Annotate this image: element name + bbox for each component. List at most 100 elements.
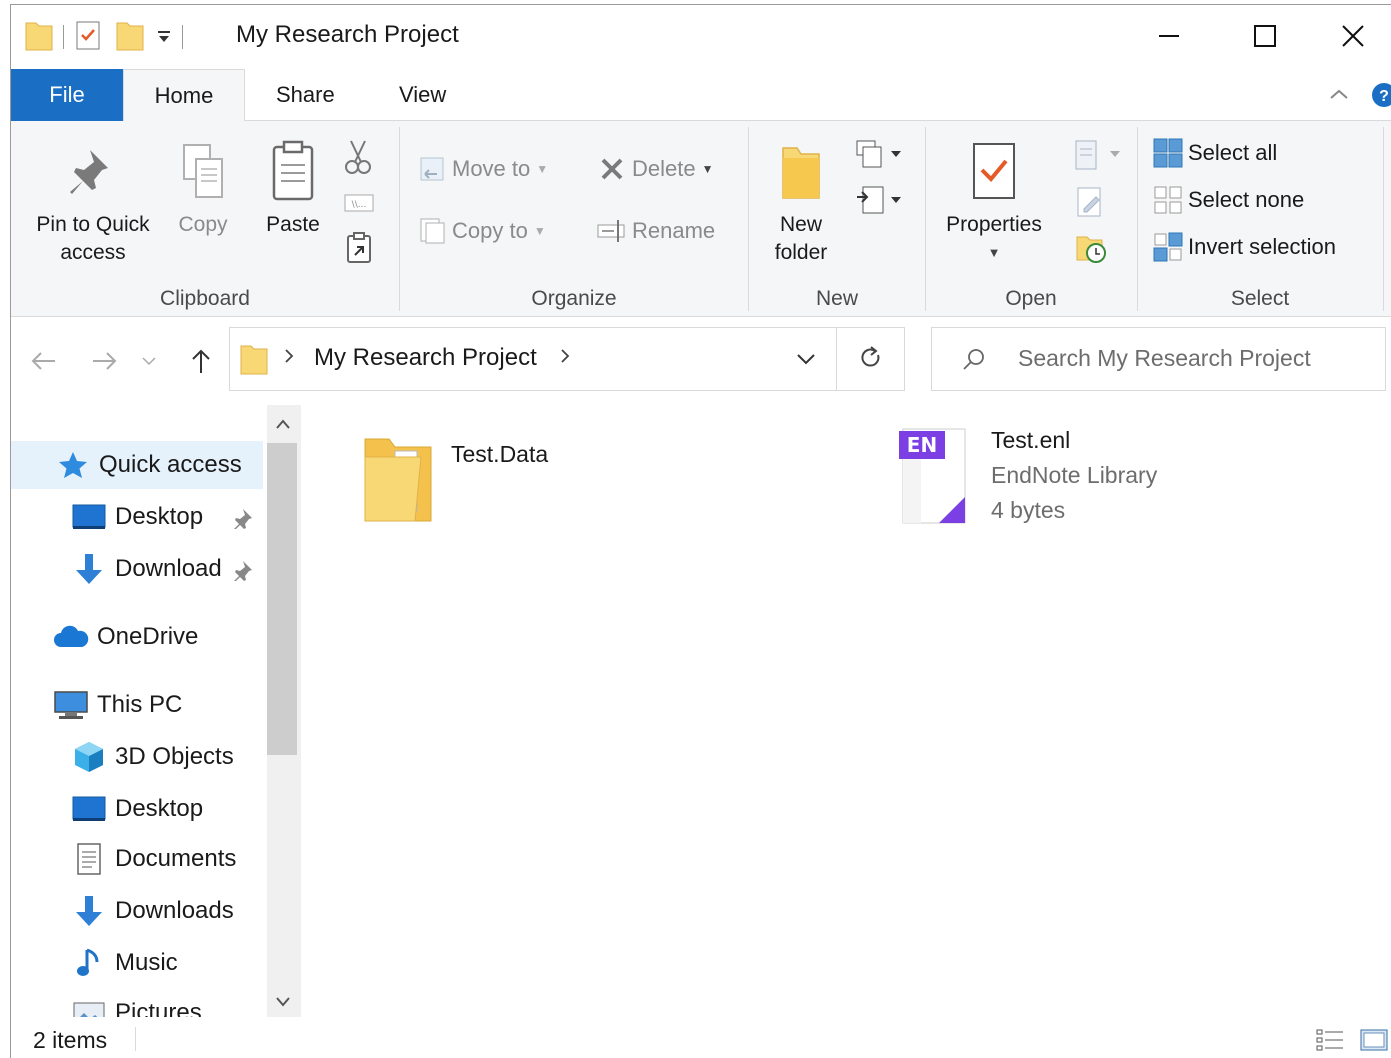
pictures-icon — [71, 995, 107, 1017]
new-folder-qat-icon[interactable] — [116, 19, 144, 56]
pin-icon — [233, 507, 255, 534]
open-group: Properties ▼ Open — [926, 121, 1136, 317]
address-bar[interactable]: My Research Project — [229, 327, 905, 391]
nav-item-3d-objects[interactable]: 3D Objects — [71, 733, 261, 781]
file-item-endnote-library[interactable]: EN Test.enl EndNote Library 4 bytes — [897, 427, 1157, 532]
file-name: Test.Data — [451, 441, 549, 467]
clipboard-group-label: Clipboard — [160, 287, 250, 310]
help-icon[interactable]: ? — [1371, 82, 1391, 113]
ribbon-tabs: File Home Share View ? — [11, 69, 1391, 122]
edit-icon[interactable] — [1074, 185, 1106, 224]
pin-icon — [233, 559, 255, 586]
download-icon — [71, 893, 107, 929]
download-icon — [71, 551, 107, 587]
select-none-icon — [1152, 184, 1184, 216]
new-folder-button[interactable]: New folder — [763, 131, 839, 267]
close-button[interactable] — [1313, 5, 1391, 67]
maximize-button[interactable] — [1217, 5, 1313, 67]
desktop-icon — [71, 791, 107, 827]
new-folder-label-line1: New — [779, 213, 822, 236]
breadcrumb[interactable]: My Research Project — [314, 344, 537, 372]
up-button[interactable] — [183, 343, 219, 379]
paste-icon — [268, 131, 318, 211]
cut-icon[interactable] — [343, 137, 373, 182]
copy-path-icon[interactable]: \\... — [343, 191, 375, 220]
breadcrumb-separator-icon[interactable] — [284, 348, 294, 369]
nav-item-this-pc[interactable]: This PC — [53, 681, 263, 729]
delete-label: Delete — [632, 156, 696, 181]
collapse-ribbon-icon[interactable] — [1327, 83, 1351, 112]
window-title: My Research Project — [236, 21, 459, 48]
open-icon[interactable] — [1070, 137, 1126, 178]
tab-view[interactable]: View — [389, 69, 456, 121]
nav-item-download-pinned[interactable]: Download — [71, 545, 251, 593]
select-all-button[interactable]: Select all — [1152, 137, 1277, 169]
properties-qat-icon[interactable] — [74, 19, 102, 56]
customize-qat-icon[interactable] — [156, 25, 172, 50]
item-count: 2 items — [33, 1027, 108, 1053]
computer-icon — [53, 687, 89, 723]
move-to-button[interactable]: Move to ▼ — [416, 153, 548, 185]
scroll-down-icon[interactable] — [275, 995, 291, 1013]
select-all-label: Select all — [1188, 140, 1278, 165]
file-size: 4 bytes — [991, 497, 1066, 523]
pin-to-quick-access-button[interactable]: Pin to Quick access — [17, 131, 169, 267]
invert-selection-icon — [1152, 231, 1184, 263]
refresh-icon[interactable] — [858, 345, 884, 378]
paste-button[interactable]: Paste — [255, 131, 331, 239]
tab-home[interactable]: Home — [123, 69, 245, 122]
scrollbar-thumb[interactable] — [267, 443, 297, 755]
file-list[interactable]: Test.Data EN Test.enl EndNote Library 4 … — [301, 405, 1391, 1017]
move-to-icon — [416, 153, 448, 185]
paste-shortcut-icon[interactable] — [345, 231, 373, 270]
tab-share[interactable]: Share — [266, 69, 345, 121]
nav-label: Download — [115, 555, 222, 582]
folder-icon — [240, 342, 268, 381]
search-icon — [960, 346, 988, 379]
invert-selection-label: Invert selection — [1188, 234, 1336, 259]
rename-label: Rename — [632, 218, 716, 243]
recent-locations-button[interactable] — [139, 343, 159, 379]
properties-button[interactable]: Properties ▼ — [934, 131, 1054, 267]
invert-selection-button[interactable]: Invert selection — [1152, 231, 1336, 263]
nav-item-documents[interactable]: Documents — [71, 835, 261, 883]
nav-item-music[interactable]: Music — [71, 939, 261, 987]
nav-label: 3D Objects — [115, 743, 234, 770]
breadcrumb-chevron-icon[interactable] — [560, 348, 570, 369]
organize-group: Move to ▼ Copy to ▼ Delete ▼ Rename Orga… — [400, 121, 748, 317]
select-none-button[interactable]: Select none — [1152, 184, 1304, 216]
delete-button[interactable]: Delete ▼ — [596, 153, 713, 185]
tab-file[interactable]: File — [11, 69, 123, 121]
minimize-button[interactable] — [1121, 5, 1217, 67]
forward-button[interactable] — [87, 343, 123, 379]
address-dropdown-icon[interactable] — [796, 352, 816, 371]
nav-item-quick-access[interactable]: Quick access — [11, 441, 263, 489]
copy-to-label: Copy to — [452, 218, 528, 243]
music-icon — [71, 945, 107, 981]
cube-icon — [71, 739, 107, 775]
copy-icon — [178, 131, 228, 211]
easy-access-icon[interactable] — [853, 183, 905, 222]
scroll-up-icon[interactable] — [275, 417, 291, 435]
nav-item-downloads[interactable]: Downloads — [71, 887, 261, 935]
nav-item-desktop[interactable]: Desktop — [71, 785, 261, 833]
properties-icon — [969, 131, 1019, 211]
pin-label-line1: Pin to Quick — [36, 213, 150, 236]
search-input[interactable]: Search My Research Project — [931, 327, 1386, 391]
svg-text:\\...: \\... — [352, 200, 367, 210]
file-item-folder[interactable]: Test.Data — [355, 427, 548, 532]
rename-button[interactable]: Rename — [596, 215, 715, 247]
status-bar: 2 items — [11, 1017, 1391, 1058]
history-icon[interactable] — [1074, 231, 1108, 270]
new-item-icon[interactable] — [853, 137, 905, 176]
desktop-icon — [71, 499, 107, 535]
copy-to-button[interactable]: Copy to ▼ — [416, 215, 546, 247]
nav-label: Documents — [115, 845, 237, 872]
copy-button[interactable]: Copy — [169, 131, 237, 239]
navpane-scrollbar[interactable] — [267, 405, 301, 1017]
nav-item-onedrive[interactable]: OneDrive — [53, 613, 263, 661]
back-button[interactable] — [25, 343, 61, 379]
large-icons-view-icon[interactable] — [1359, 1027, 1389, 1058]
details-view-icon[interactable] — [1315, 1027, 1345, 1058]
nav-item-pictures[interactable]: Pictures — [71, 989, 261, 1017]
